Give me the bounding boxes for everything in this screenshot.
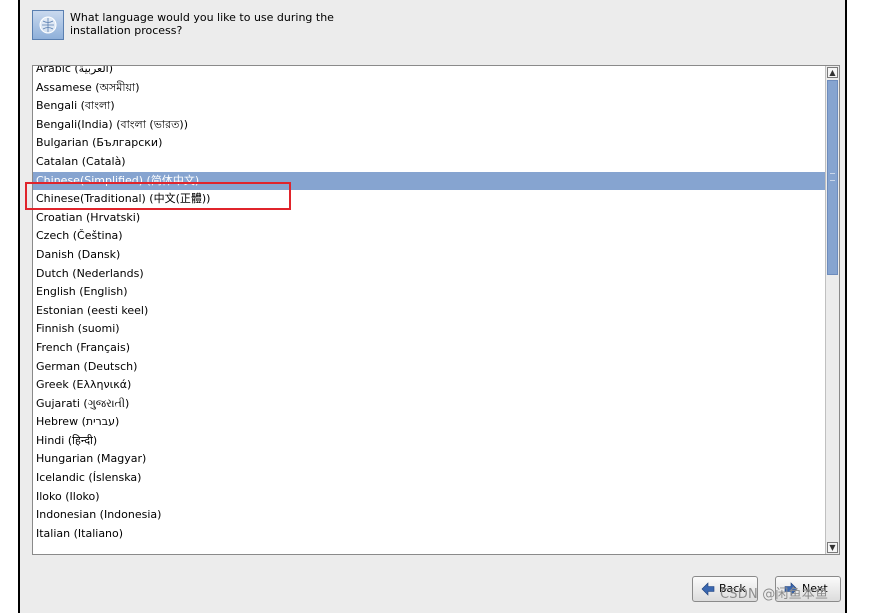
language-item[interactable]: Hindi (हिन्दी) [33,432,825,451]
scroll-thumb[interactable] [827,80,838,275]
language-item[interactable]: Catalan (Català) [33,153,825,172]
language-item[interactable]: Assamese (অসমীয়া) [33,79,825,98]
language-item[interactable]: Dutch (Nederlands) [33,265,825,284]
language-item[interactable]: Danish (Dansk) [33,246,825,265]
language-item[interactable]: Bengali(India) (বাংলা (ভারত)) [33,116,825,135]
installer-window: What language would you like to use duri… [18,0,847,613]
scroll-grip-icon [830,173,835,181]
language-item[interactable]: Czech (Čeština) [33,227,825,246]
language-list-items: Arabic (العربية) Assamese (অসমীয়া) Bengal… [33,66,825,544]
language-item[interactable]: Indonesian (Indonesia) [33,506,825,525]
watermark-text: CSDN @闲鱼本鱼 [720,587,829,602]
language-item[interactable]: Croatian (Hrvatski) [33,209,825,228]
scroll-up-button[interactable]: ▲ [827,67,838,78]
language-item[interactable]: Hebrew (עברית) [33,413,825,432]
language-item[interactable]: Iloko (Iloko) [33,488,825,507]
globe-flag-icon [32,10,64,40]
header: What language would you like to use duri… [20,0,845,60]
language-item[interactable]: Estonian (eesti keel) [33,302,825,321]
language-list[interactable]: Arabic (العربية) Assamese (অসমীয়া) Bengal… [32,65,840,555]
language-item[interactable]: Gujarati (ગુજરાતી) [33,395,825,414]
back-arrow-icon [701,582,715,596]
language-item[interactable]: Arabic (العربية) [33,66,825,79]
language-item[interactable]: Icelandic (Íslenska) [33,469,825,488]
language-question: What language would you like to use duri… [70,11,334,37]
language-item[interactable]: Italian (Italiano) [33,525,825,544]
language-item[interactable]: Hungarian (Magyar) [33,450,825,469]
language-item[interactable]: French (Français) [33,339,825,358]
language-item[interactable]: Bengali (বাংলা) [33,97,825,116]
language-item[interactable]: Bulgarian (Български) [33,134,825,153]
annotation-highlight-box [25,182,291,210]
language-item[interactable]: Greek (Ελληνικά) [33,376,825,395]
language-item[interactable]: English (English) [33,283,825,302]
scroll-down-button[interactable]: ▼ [827,542,838,553]
language-item[interactable]: Finnish (suomi) [33,320,825,339]
language-item[interactable]: German (Deutsch) [33,358,825,377]
vertical-scrollbar[interactable]: ▲ ▼ [825,66,839,554]
